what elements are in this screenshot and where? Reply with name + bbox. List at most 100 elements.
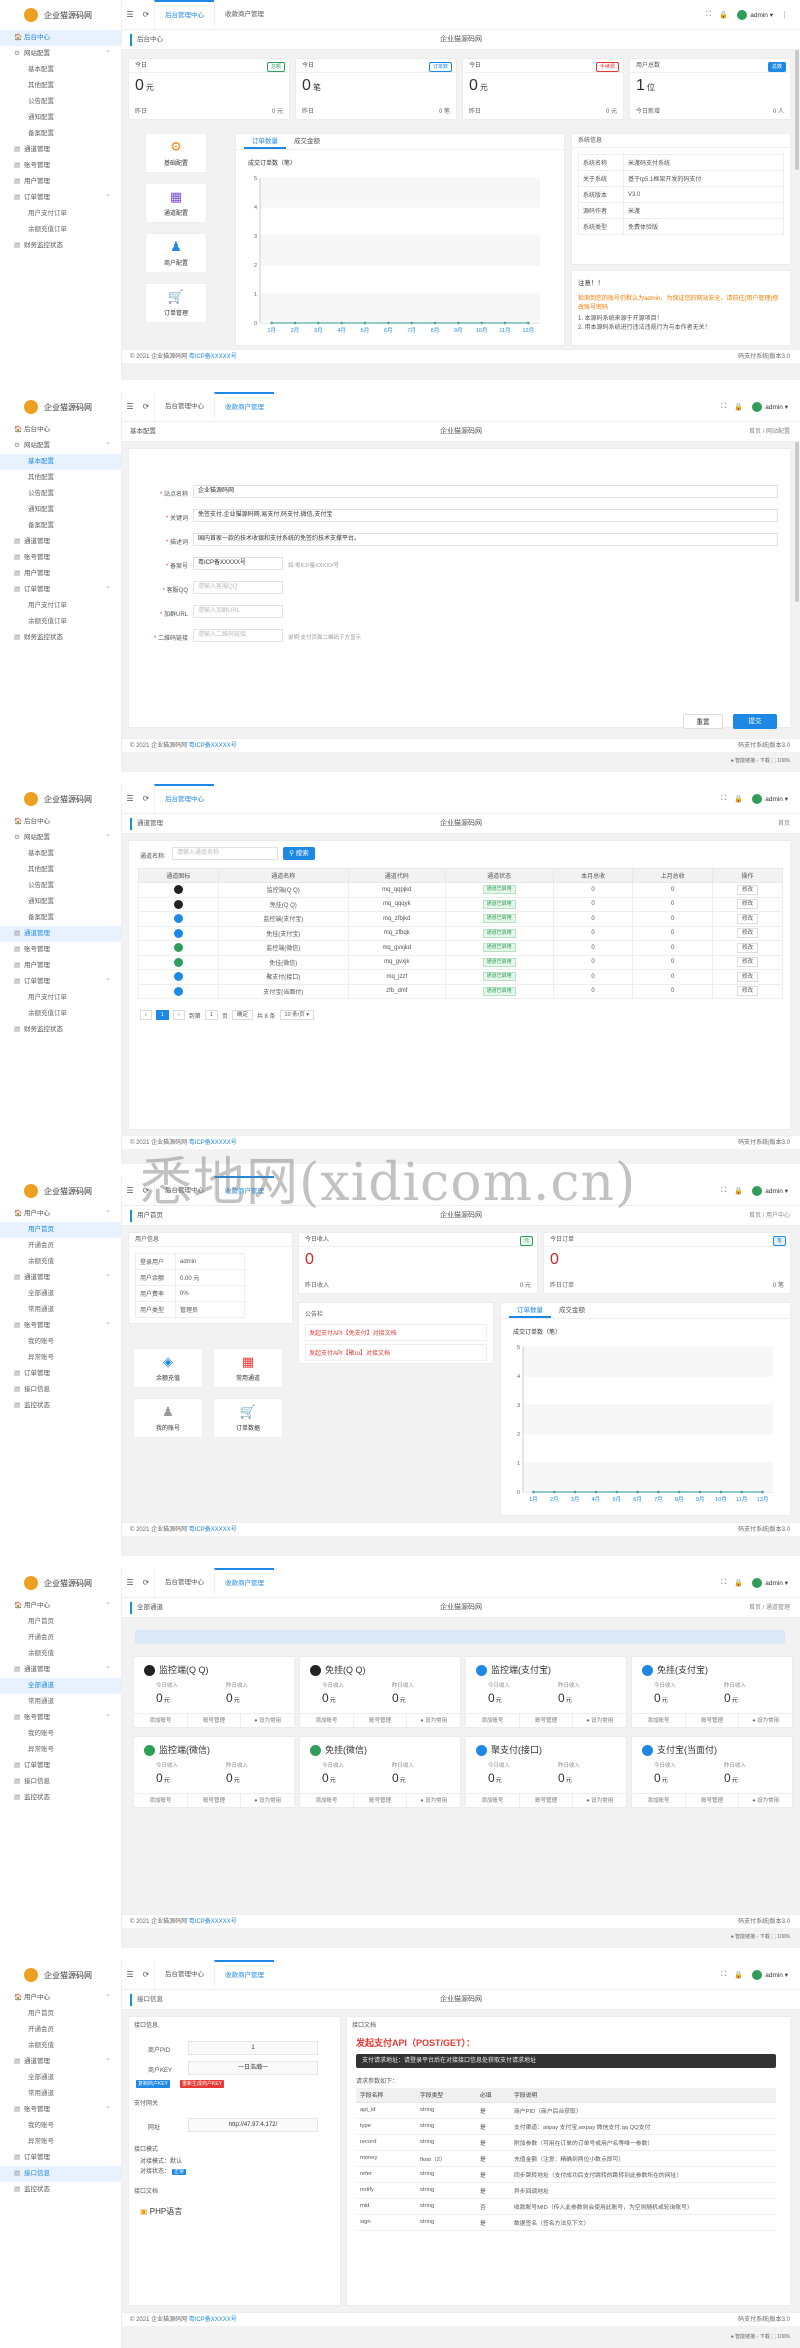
more-icon[interactable]: ⋮ [777,11,792,19]
sidebar-item[interactable]: 🏠 用户中心 ⌃ [0,1598,121,1614]
card-action-button[interactable]: ● 设为常用 [573,1794,626,1807]
sidebar-item[interactable]: ▤ 接口信息 [0,1774,121,1790]
sidebar-item[interactable]: 公告配置 [0,878,121,894]
sidebar-item[interactable]: ▤ 接口信息 [0,1382,121,1398]
sidebar-item[interactable]: 用户首页 [0,2006,121,2022]
sidebar-item[interactable]: 余额充值订单 [0,1006,121,1022]
edit-button[interactable]: 修改 [736,986,758,997]
menu-toggle-icon[interactable]: ☰ [122,402,138,411]
tab-amount[interactable]: 成交金额 [286,134,328,149]
sidebar-item[interactable]: 其他配置 [0,862,121,878]
tab-merchant[interactable]: 收款商户管理 [214,1960,274,1990]
prev-page-button[interactable]: ‹ [140,1010,152,1020]
sidebar-item[interactable]: ▤ 用户管理 [0,958,121,974]
edit-button[interactable]: 修改 [736,913,758,924]
gateway-value[interactable]: http://47.97.4.172/ [188,2118,318,2132]
sidebar-item[interactable]: 基本配置 [0,62,121,78]
sidebar-item[interactable]: ▤ 账号管理 [0,550,121,566]
user-menu[interactable]: admin ▾ [750,11,773,19]
quick-recharge[interactable]: ◈ 余额充值 [133,1348,203,1388]
sidebar-item[interactable]: 常用通道 [0,1694,121,1710]
tab-merchant[interactable]: 收款商户管理 [214,0,274,30]
card-action-button[interactable]: ● 设为常用 [241,1714,294,1727]
tab-admin-center[interactable]: 后台管理中心 [154,784,214,814]
sidebar-item[interactable]: 异常账号 [0,2134,121,2150]
quick-order-data[interactable]: 🛒 订单数据 [213,1398,283,1438]
lock-icon[interactable]: 🔒 [731,1579,746,1587]
sidebar-item[interactable]: 🏠 用户中心 ⌃ [0,1206,121,1222]
card-action-button[interactable]: 添加账号 [300,1794,354,1807]
sitename-input[interactable]: 企业猫源码网 [193,485,778,498]
lock-icon[interactable]: 🔒 [731,1971,746,1979]
sidebar-item[interactable]: 开通会员 [0,1238,121,1254]
sidebar-item[interactable]: ▤ 通道管理 ⌃ [0,1270,121,1286]
next-page-button[interactable]: › [172,1010,185,1020]
card-action-button[interactable]: 添加账号 [466,1794,520,1807]
sidebar-item[interactable]: 余额充值 [0,2038,121,2054]
user-menu[interactable]: admin ▾ [765,795,788,803]
avatar[interactable] [752,1578,763,1588]
sidebar-item[interactable]: ▤ 接口信息 [0,2166,121,2182]
qq-input[interactable]: 请输入客服QQ [193,581,283,594]
sidebar-item[interactable]: ▤ 用户管理 [0,566,121,582]
menu-toggle-icon[interactable]: ☰ [122,1578,138,1587]
description-input[interactable]: 国内首家一款的技术收银和支付系统的免签约技术支撑平台。 [193,533,778,546]
tab-order-count[interactable]: 订单数量 [244,134,286,149]
sidebar-item[interactable]: ▤ 用户管理 [0,174,121,190]
sidebar-item[interactable]: ▤ 账号管理 [0,158,121,174]
type-link[interactable]: 免费体验版 [623,218,784,235]
tab-admin-center[interactable]: 后台管理中心 [154,0,214,30]
avatar[interactable] [752,1186,763,1196]
card-action-button[interactable]: 账号管理 [354,1714,408,1727]
tab-admin-center[interactable]: 后台管理中心 [154,1568,214,1598]
user-menu[interactable]: admin ▾ [765,1187,788,1195]
sidebar-item[interactable]: ▤ 财务监控状态 [0,630,121,646]
sidebar-item[interactable]: 备案配置 [0,910,121,926]
keywords-input[interactable]: 免签支付,企业猫源码网,易支付,码支付,微信,支付宝 [193,509,778,522]
user-menu[interactable]: admin ▾ [765,1971,788,1979]
sidebar-item[interactable]: 其他配置 [0,78,121,94]
card-action-button[interactable]: 账号管理 [520,1714,574,1727]
sidebar-item[interactable]: 🏠 后台中心 [0,814,121,830]
goto-input[interactable]: 1 [204,1010,218,1020]
card-action-button[interactable]: ● 设为常用 [739,1794,792,1807]
sidebar-item[interactable]: ▤ 订单管理 [0,1758,121,1774]
card-action-button[interactable]: 添加账号 [134,1714,188,1727]
tab-admin-center[interactable]: 后台管理中心 [154,1960,214,1990]
notice-link[interactable]: 发起支付API【免支付】对接文档 [305,1324,487,1341]
sidebar-item[interactable]: ▤ 账号管理 ⌃ [0,2102,121,2118]
sidebar-item[interactable]: 常用通道 [0,1302,121,1318]
sidebar-item[interactable]: 全部通道 [0,2070,121,2086]
sidebar-item[interactable]: ▤ 订单管理 ⌃ [0,190,121,206]
lock-icon[interactable]: 🔒 [731,795,746,803]
card-action-button[interactable]: 账号管理 [354,1794,408,1807]
sidebar-item[interactable]: ▤ 监控状态 [0,1790,121,1806]
sidebar-item[interactable]: ▤ 账号管理 [0,942,121,958]
sidebar-item[interactable]: 异常账号 [0,1350,121,1366]
sidebar-item[interactable]: 通知配置 [0,894,121,910]
sidebar-item[interactable]: 用户首页 [0,1222,121,1238]
avatar[interactable] [752,1970,763,1980]
sidebar-item[interactable]: 开通会员 [0,1630,121,1646]
edit-button[interactable]: 修改 [736,942,758,953]
card-action-button[interactable]: ● 设为常用 [739,1714,792,1727]
card-action-button[interactable]: 添加账号 [134,1794,188,1807]
sidebar-item[interactable]: 公告配置 [0,486,121,502]
card-action-button[interactable]: ● 设为常用 [573,1714,626,1727]
sidebar-item[interactable]: 我的账号 [0,2118,121,2134]
quick-common-channel[interactable]: ▦ 常用通道 [213,1348,283,1388]
icp-link[interactable]: 粤ICP备XXXXX号 [189,354,237,360]
card-action-button[interactable]: 账号管理 [188,1794,242,1807]
edit-button[interactable]: 修改 [736,957,758,968]
group-url-input[interactable]: 请输入加群URL [193,605,283,618]
fullscreen-icon[interactable]: ⛶ [716,1971,731,1979]
sidebar-item[interactable]: 通知配置 [0,110,121,126]
icp-input[interactable]: 粤ICP备XXXXX号 [193,557,283,570]
sidebar-item[interactable]: ⚙ 网站配置 ⌃ [0,830,121,846]
card-action-button[interactable]: ● 设为常用 [241,1794,294,1807]
sidebar-item[interactable]: 其他配置 [0,470,121,486]
sidebar-item[interactable]: ▤ 通道管理 [0,926,121,942]
scrollbar[interactable] [795,442,799,602]
lock-icon[interactable]: 🔒 [731,403,746,411]
icp-link[interactable]: 粤ICP备XXXXX号 [189,1919,237,1925]
